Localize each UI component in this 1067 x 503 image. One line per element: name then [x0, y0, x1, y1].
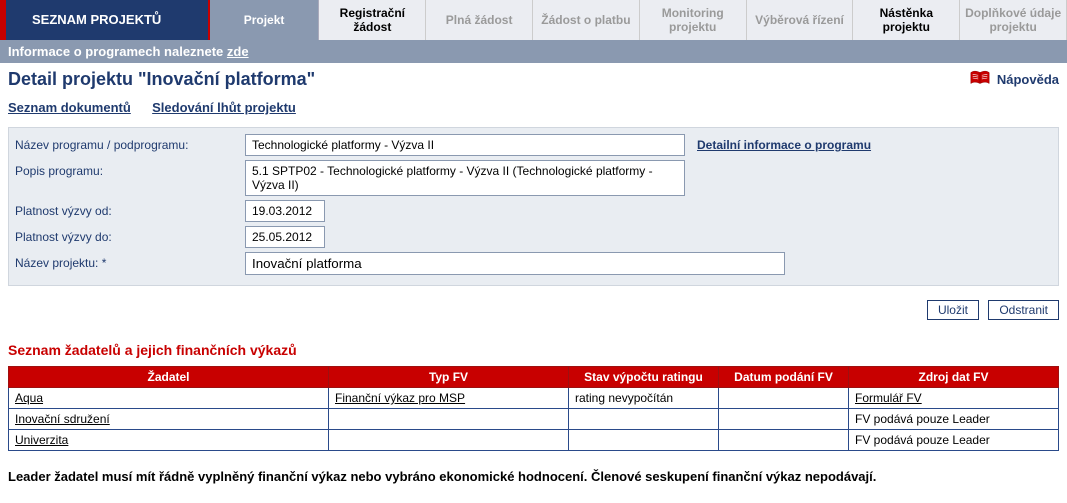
- cell-submit-date: [719, 430, 849, 451]
- cell-rating-status: [569, 409, 719, 430]
- button-row: Uložit Odstranit: [8, 300, 1059, 320]
- delete-button[interactable]: Odstranit: [988, 300, 1059, 320]
- tab-plna-zadost[interactable]: Plná žádost: [426, 0, 533, 40]
- link-program-detail[interactable]: Detailní informace o programu: [697, 134, 871, 152]
- cell-fv-type: [329, 430, 569, 451]
- cell-fv-source-link[interactable]: Formulář FV: [855, 391, 922, 405]
- value-program-name: Technologické platformy - Výzva II: [245, 134, 685, 156]
- applicants-table: Žadatel Typ FV Stav výpočtu ratingu Datu…: [8, 366, 1059, 451]
- cell-submit-date: [719, 388, 849, 409]
- label-program-name: Název programu / podprogramu:: [15, 134, 245, 152]
- tab-vyberova-rizeni[interactable]: Výběrová řízení: [747, 0, 854, 40]
- table-row: Inovační sdružení FV podává pouze Leader: [9, 409, 1059, 430]
- cell-rating-status: rating nevypočítán: [569, 388, 719, 409]
- info-bar-link[interactable]: zde: [227, 44, 249, 59]
- tab-zadost-o-platbu[interactable]: Žádost o platbu: [533, 0, 640, 40]
- tab-doplnkove-udaje[interactable]: Doplňkové údaje projektu: [960, 0, 1067, 40]
- tab-bar: SEZNAM PROJEKTŮ Projekt Registrační žádo…: [0, 0, 1067, 40]
- cell-applicant: Inovační sdružení: [9, 409, 329, 430]
- help-book-icon: [969, 69, 991, 90]
- tab-projekt[interactable]: Projekt: [210, 0, 320, 40]
- help-label: Nápověda: [997, 72, 1059, 87]
- label-program-desc: Popis programu:: [15, 160, 245, 178]
- tab-nastenka-projektu[interactable]: Nástěnka projektu: [853, 0, 960, 40]
- col-submit-date: Datum podání FV: [719, 367, 849, 388]
- info-bar-text: Informace o programech naleznete: [8, 44, 227, 59]
- cell-applicant-link[interactable]: Univerzita: [15, 433, 68, 447]
- cell-fv-type-link[interactable]: Finanční výkaz pro MSP: [335, 391, 465, 405]
- tab-seznam-projektu[interactable]: SEZNAM PROJEKTŮ: [0, 0, 210, 40]
- cell-fv-source: FV podává pouze Leader: [849, 409, 1059, 430]
- cell-applicant: Aqua: [9, 388, 329, 409]
- cell-applicant-link[interactable]: Inovační sdružení: [15, 412, 110, 426]
- link-seznam-dokumentu[interactable]: Seznam dokumentů: [8, 100, 131, 115]
- col-fv-type: Typ FV: [329, 367, 569, 388]
- table-row: Univerzita FV podává pouze Leader: [9, 430, 1059, 451]
- table-row: Aqua Finanční výkaz pro MSP rating nevypoč…: [9, 388, 1059, 409]
- col-applicant: Žadatel: [9, 367, 329, 388]
- value-valid-from: 19.03.2012: [245, 200, 325, 222]
- applicants-heading: Seznam žadatelů a jejich finančních výka…: [8, 342, 1059, 358]
- page-title: Detail projektu "Inovační platforma": [8, 69, 315, 90]
- value-valid-to: 25.05.2012: [245, 226, 325, 248]
- col-fv-source: Zdroj dat FV: [849, 367, 1059, 388]
- col-rating-status: Stav výpočtu ratingu: [569, 367, 719, 388]
- form-area: Název programu / podprogramu: Technologi…: [8, 127, 1059, 286]
- help-link[interactable]: Nápověda: [969, 69, 1059, 90]
- info-bar: Informace o programech naleznete zde: [0, 40, 1067, 63]
- cell-applicant-link[interactable]: Aqua: [15, 391, 43, 405]
- sublinks: Seznam dokumentů Sledování lhůt projektu: [8, 100, 1059, 115]
- cell-submit-date: [719, 409, 849, 430]
- tab-registracni-zadost[interactable]: Registrační žádost: [319, 0, 426, 40]
- cell-applicant: Univerzita: [9, 430, 329, 451]
- save-button[interactable]: Uložit: [927, 300, 979, 320]
- cell-fv-type: Finanční výkaz pro MSP: [329, 388, 569, 409]
- input-project-name[interactable]: [245, 252, 785, 275]
- label-valid-from: Platnost výzvy od:: [15, 200, 245, 218]
- label-valid-to: Platnost výzvy do:: [15, 226, 245, 244]
- footnote: Leader žadatel musí mít řádně vyplněný f…: [8, 469, 1059, 484]
- cell-fv-source: FV podává pouze Leader: [849, 430, 1059, 451]
- link-sledovani-lhut[interactable]: Sledování lhůt projektu: [152, 100, 296, 115]
- cell-fv-type: [329, 409, 569, 430]
- tab-monitoring-projektu[interactable]: Monitoring projektu: [640, 0, 747, 40]
- cell-fv-source: Formulář FV: [849, 388, 1059, 409]
- value-program-desc: 5.1 SPTP02 - Technologické platformy - V…: [245, 160, 685, 196]
- label-project-name: Název projektu: *: [15, 252, 245, 270]
- cell-rating-status: [569, 430, 719, 451]
